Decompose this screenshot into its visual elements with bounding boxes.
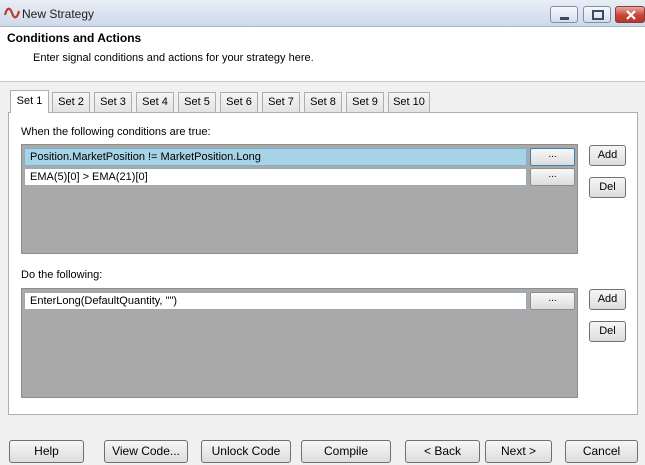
next-button[interactable]: Next > xyxy=(485,440,552,463)
tab-set-6[interactable]: Set 6 xyxy=(220,92,258,112)
view-code-button[interactable]: View Code... xyxy=(104,440,188,463)
conditions-list[interactable]: Position.MarketPosition != MarketPositio… xyxy=(21,144,578,254)
wizard-header: Conditions and Actions Enter signal cond… xyxy=(0,27,645,82)
window-title: New Strategy xyxy=(22,7,95,21)
tab-set-8[interactable]: Set 8 xyxy=(304,92,342,112)
add-action-button[interactable]: Add xyxy=(589,289,626,310)
actions-list[interactable]: EnterLong(DefaultQuantity, "") ... xyxy=(21,288,578,398)
tab-set-10[interactable]: Set 10 xyxy=(388,92,430,112)
actions-label: Do the following: xyxy=(21,269,103,281)
tab-set-3[interactable]: Set 3 xyxy=(94,92,132,112)
tab-set-7[interactable]: Set 7 xyxy=(262,92,300,112)
edit-condition-button[interactable]: ... xyxy=(530,148,575,166)
minimize-icon xyxy=(560,17,569,20)
delete-condition-button[interactable]: Del xyxy=(589,177,626,198)
tab-set-4[interactable]: Set 4 xyxy=(136,92,174,112)
close-icon xyxy=(626,10,636,20)
tab-set-2[interactable]: Set 2 xyxy=(52,92,90,112)
ninja-wave-icon xyxy=(3,6,21,20)
condition-row[interactable]: EMA(5)[0] > EMA(21)[0] xyxy=(24,168,527,186)
close-button[interactable] xyxy=(615,6,645,23)
action-row[interactable]: EnterLong(DefaultQuantity, "") xyxy=(24,292,527,310)
tab-set-5[interactable]: Set 5 xyxy=(178,92,216,112)
conditions-label: When the following conditions are true: xyxy=(21,126,211,138)
maximize-button[interactable] xyxy=(583,6,611,23)
edit-condition-button[interactable]: ... xyxy=(530,168,575,186)
minimize-button[interactable] xyxy=(550,6,578,23)
page-title: Conditions and Actions xyxy=(7,31,142,45)
compile-button[interactable]: Compile xyxy=(301,440,391,463)
delete-action-button[interactable]: Del xyxy=(589,321,626,342)
condition-row[interactable]: Position.MarketPosition != MarketPositio… xyxy=(24,148,527,166)
add-condition-button[interactable]: Add xyxy=(589,145,626,166)
back-button[interactable]: < Back xyxy=(405,440,480,463)
cancel-button[interactable]: Cancel xyxy=(565,440,638,463)
tab-set-1[interactable]: Set 1 xyxy=(10,90,49,113)
set-panel: When the following conditions are true: … xyxy=(8,112,638,415)
edit-action-button[interactable]: ... xyxy=(530,292,575,310)
tab-set-9[interactable]: Set 9 xyxy=(346,92,384,112)
help-button[interactable]: Help xyxy=(9,440,84,463)
unlock-code-button[interactable]: Unlock Code xyxy=(201,440,291,463)
page-subtitle: Enter signal conditions and actions for … xyxy=(33,52,314,64)
maximize-icon xyxy=(592,10,604,20)
title-bar: New Strategy xyxy=(0,0,645,27)
